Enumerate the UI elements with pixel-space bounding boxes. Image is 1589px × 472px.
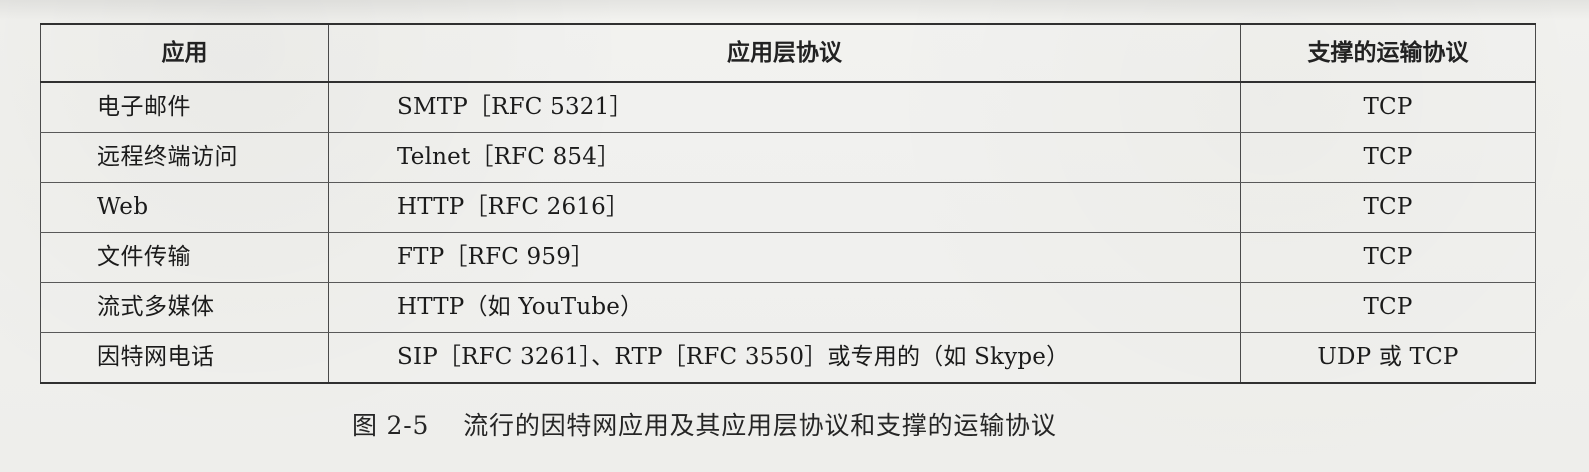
- transport-protocol-cell: TCP: [1240, 232, 1536, 283]
- figure-number: 图 2-5: [352, 411, 430, 440]
- column-header-transport-protocol: 支撑的运输协议: [1240, 23, 1536, 83]
- table-row: 电子邮件 SMTP［RFC 5321］ TCP: [40, 82, 1536, 133]
- table-row: 远程终端访问 Telnet［RFC 854］ TCP: [40, 132, 1536, 183]
- transport-protocol-cell: UDP 或 TCP: [1240, 332, 1536, 384]
- application-protocol-cell: HTTP（如 YouTube）: [328, 282, 1241, 333]
- application-cell: 远程终端访问: [40, 132, 329, 183]
- application-protocol-table: 应用 应用层协议 支撑的运输协议 电子邮件 SMTP［RFC 5321］ TCP…: [40, 23, 1536, 384]
- transport-protocol-cell: TCP: [1240, 282, 1536, 333]
- application-protocol-cell: SIP［RFC 3261］、RTP［RFC 3550］或专用的（如 Skype）: [328, 332, 1241, 384]
- application-protocol-cell: SMTP［RFC 5321］: [328, 82, 1241, 133]
- scan-shadow: [0, 0, 1589, 20]
- table-header-row: 应用 应用层协议 支撑的运输协议: [40, 23, 1536, 83]
- table-row: 流式多媒体 HTTP（如 YouTube） TCP: [40, 282, 1536, 333]
- figure-caption: 图 2-5 流行的因特网应用及其应用层协议和支撑的运输协议: [352, 406, 1252, 442]
- application-cell: 文件传输: [40, 232, 329, 283]
- application-protocol-cell: Telnet［RFC 854］: [328, 132, 1241, 183]
- table-row: 文件传输 FTP［RFC 959］ TCP: [40, 232, 1536, 283]
- application-cell: 电子邮件: [40, 82, 329, 133]
- table-row: 因特网电话 SIP［RFC 3261］、RTP［RFC 3550］或专用的（如 …: [40, 332, 1536, 384]
- transport-protocol-cell: TCP: [1240, 132, 1536, 183]
- application-cell: 流式多媒体: [40, 282, 329, 333]
- document-page: 应用 应用层协议 支撑的运输协议 电子邮件 SMTP［RFC 5321］ TCP…: [0, 0, 1589, 472]
- column-header-application-protocol: 应用层协议: [328, 23, 1241, 83]
- column-header-application: 应用: [40, 23, 329, 83]
- application-cell: Web: [40, 182, 329, 233]
- application-protocol-cell: FTP［RFC 959］: [328, 232, 1241, 283]
- transport-protocol-cell: TCP: [1240, 82, 1536, 133]
- table-row: Web HTTP［RFC 2616］ TCP: [40, 182, 1536, 233]
- application-cell: 因特网电话: [40, 332, 329, 384]
- transport-protocol-cell: TCP: [1240, 182, 1536, 233]
- application-protocol-cell: HTTP［RFC 2616］: [328, 182, 1241, 233]
- figure-title: 流行的因特网应用及其应用层协议和支撑的运输协议: [463, 411, 1057, 440]
